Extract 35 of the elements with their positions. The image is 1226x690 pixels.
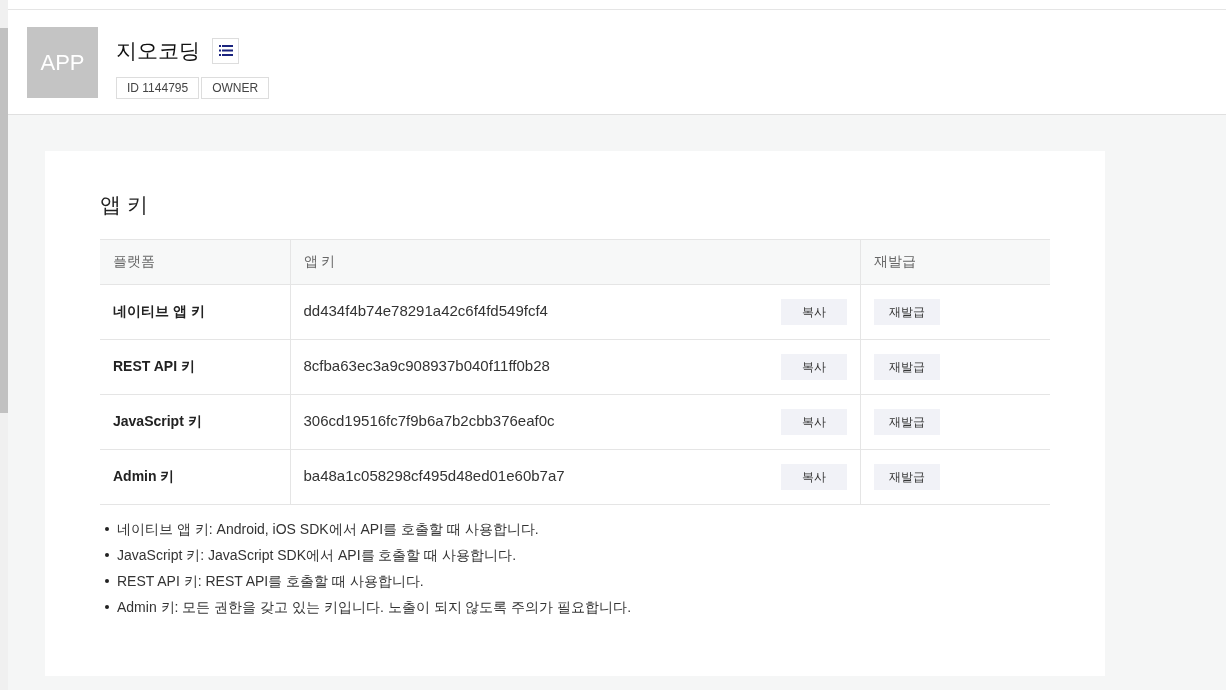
column-header: 앱 키 <box>303 253 336 269</box>
app-badge: OWNER <box>201 76 270 99</box>
note-text: 네이티브 앱 키: Android, iOS SDK에서 API를 호출할 때 사용합니다. <box>117 519 539 539</box>
app-logo: APP <box>27 27 98 98</box>
note-text: JavaScript 키: JavaScript SDK에서 API를 호출할 때 사용합니다. <box>117 545 517 565</box>
reissue-button[interactable]: 재발급 <box>873 298 940 325</box>
copy-button[interactable]: 복사 <box>780 353 847 380</box>
scrollbar[interactable] <box>0 0 8 690</box>
app-name: 지오코딩 <box>116 38 200 64</box>
reissue-button[interactable]: 재발급 <box>873 463 940 490</box>
platform-name: REST API 키 <box>113 358 195 374</box>
bullet-icon <box>105 605 109 609</box>
app-key: ba48a1c058298cf495d48ed01e60b7a7 <box>303 465 565 488</box>
app-badge: ID 1144795 <box>116 76 200 99</box>
bullet-icon <box>105 579 109 583</box>
app-key: dd434f4b74e78291a42c6f4fd549fcf4 <box>303 300 548 323</box>
bullet-icon <box>105 553 109 557</box>
platform-name: Admin 키 <box>113 468 175 484</box>
app-key: 8cfba63ec3a9c908937b040f11ff0b28 <box>303 355 550 378</box>
note-text: Admin 키: 모든 권한을 갖고 있는 키입니다. 노출이 되지 않도록 주의가 필요합니다. <box>117 597 632 617</box>
copy-button[interactable]: 복사 <box>780 408 847 435</box>
reissue-button[interactable]: 재발급 <box>873 353 940 380</box>
bullet-icon <box>105 527 109 531</box>
column-header: 플랫폼 <box>113 253 155 269</box>
copy-button[interactable]: 복사 <box>780 463 847 490</box>
app-key: 306cd19516fc7f9b6a7b2cbb376eaf0c <box>303 410 555 433</box>
menu-button[interactable] <box>212 37 239 64</box>
copy-button[interactable]: 복사 <box>780 298 847 325</box>
note-text: REST API 키: REST API를 호출할 때 사용합니다. <box>117 571 424 591</box>
reissue-button[interactable]: 재발급 <box>873 408 940 435</box>
section-title: 앱 키 <box>100 192 149 218</box>
platform-name: JavaScript 키 <box>113 413 202 429</box>
column-header: 재발급 <box>873 253 916 269</box>
list-icon <box>218 45 233 57</box>
platform-name: 네이티브 앱 키 <box>113 303 205 319</box>
